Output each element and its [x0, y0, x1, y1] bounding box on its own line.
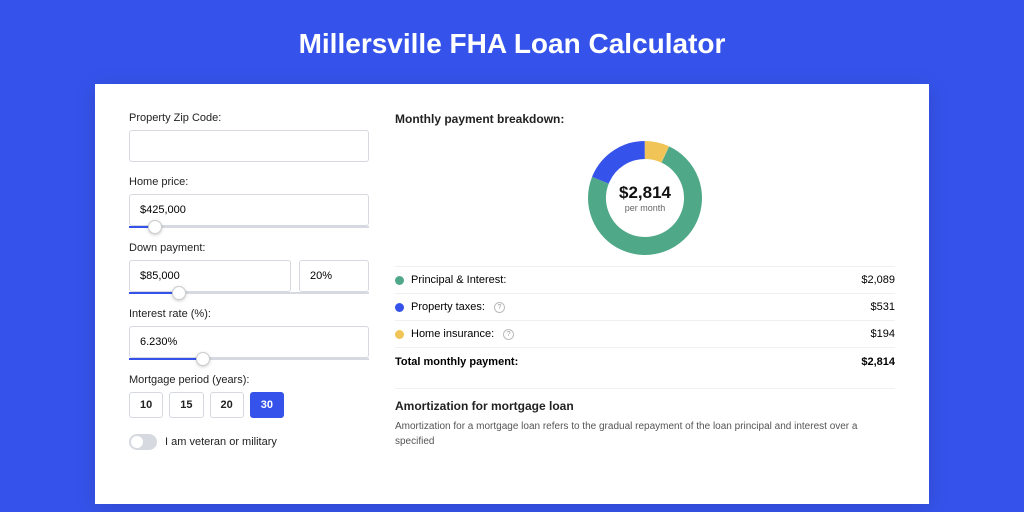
down-payment-pct-input[interactable]	[299, 260, 369, 292]
amort-text: Amortization for a mortgage loan refers …	[395, 419, 895, 449]
period-btn-10[interactable]: 10	[129, 392, 163, 418]
home-price-slider[interactable]	[129, 226, 369, 228]
total-row: Total monthly payment: $2,814	[395, 347, 895, 376]
donut-sub: per month	[619, 203, 671, 213]
zip-input[interactable]	[129, 130, 369, 162]
period-btn-30[interactable]: 30	[250, 392, 284, 418]
slider-thumb[interactable]	[172, 286, 186, 300]
slider-thumb[interactable]	[148, 220, 162, 234]
total-label: Total monthly payment:	[395, 356, 518, 368]
zip-label: Property Zip Code:	[129, 112, 369, 124]
dot-icon	[395, 276, 404, 285]
period-btn-20[interactable]: 20	[210, 392, 244, 418]
veteran-toggle[interactable]	[129, 434, 157, 450]
interest-input[interactable]	[129, 326, 369, 358]
legend-label: Property taxes:	[411, 301, 485, 313]
legend-principal: Principal & Interest: $2,089	[395, 266, 895, 293]
interest-label: Interest rate (%):	[129, 308, 369, 320]
legend-value: $531	[871, 301, 895, 313]
legend-value: $194	[871, 328, 895, 340]
period-buttons: 10 15 20 30	[129, 392, 369, 418]
down-payment-input[interactable]	[129, 260, 291, 292]
amort-title: Amortization for mortgage loan	[395, 399, 895, 413]
form-panel: Property Zip Code: Home price: Down paym…	[129, 112, 369, 476]
payment-donut-chart: $2,814 per month	[585, 138, 705, 258]
interest-slider[interactable]	[129, 358, 369, 360]
slider-thumb[interactable]	[196, 352, 210, 366]
info-icon[interactable]: ?	[503, 329, 514, 340]
home-price-label: Home price:	[129, 176, 369, 188]
donut-value: $2,814	[619, 183, 671, 203]
legend-insurance: Home insurance: ? $194	[395, 320, 895, 347]
period-btn-15[interactable]: 15	[169, 392, 203, 418]
legend-label: Home insurance:	[411, 328, 494, 340]
info-icon[interactable]: ?	[494, 302, 505, 313]
breakdown-title: Monthly payment breakdown:	[395, 112, 895, 126]
veteran-label: I am veteran or military	[165, 436, 277, 448]
legend-taxes: Property taxes: ? $531	[395, 293, 895, 320]
page-title: Millersville FHA Loan Calculator	[0, 0, 1024, 84]
dot-icon	[395, 303, 404, 312]
home-price-input[interactable]	[129, 194, 369, 226]
calculator-card: Property Zip Code: Home price: Down paym…	[95, 84, 929, 504]
period-label: Mortgage period (years):	[129, 374, 369, 386]
dot-icon	[395, 330, 404, 339]
legend-label: Principal & Interest:	[411, 274, 506, 286]
legend-value: $2,089	[861, 274, 895, 286]
breakdown-panel: Monthly payment breakdown: $2,814 per mo…	[395, 112, 895, 476]
down-payment-label: Down payment:	[129, 242, 369, 254]
down-payment-slider[interactable]	[129, 292, 369, 294]
total-value: $2,814	[861, 356, 895, 368]
